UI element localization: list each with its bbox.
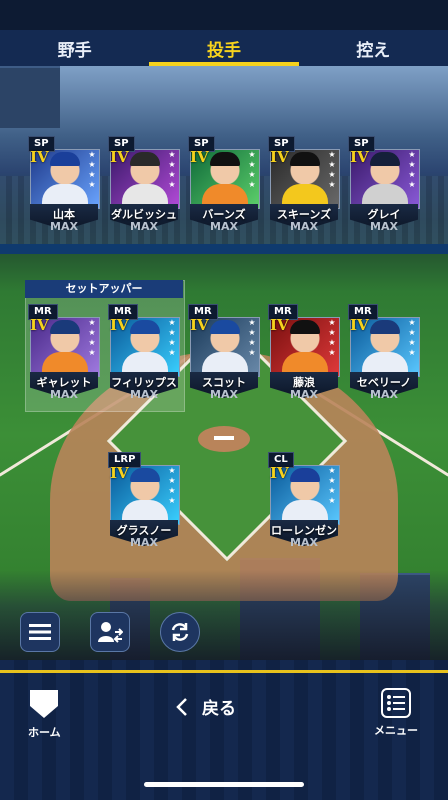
player-card[interactable]: MR IV ★ ★ ★ ★ スコット MAX	[188, 304, 260, 401]
player-level: MAX	[130, 536, 158, 549]
home-indicator	[144, 782, 304, 787]
player-card[interactable]: SP IV ★ ★ ★ ★ グレイ MAX	[348, 136, 420, 233]
back-button[interactable]: 戻る	[176, 694, 236, 719]
player-card[interactable]: MR IV ★ ★ ★ ★ 藤浪 MAX	[268, 304, 340, 401]
home-label: ホーム	[28, 726, 61, 739]
star-rating-icon: ★ ★ ★ ★	[248, 150, 256, 189]
background-building	[0, 66, 60, 128]
player-cap	[290, 320, 320, 334]
swap-player-icon	[98, 622, 123, 643]
player-level: MAX	[290, 536, 318, 549]
star-rating-icon: ★ ★ ★ ★	[168, 150, 176, 189]
grade-badge: IV	[110, 316, 129, 334]
home-plate-icon	[30, 690, 59, 718]
player-card[interactable]: SP IV ★ ★ ★ ★ 山本 MAX	[28, 136, 100, 233]
star-rating-icon: ★ ★ ★ ★	[168, 466, 176, 505]
player-cap	[290, 152, 320, 166]
player-card[interactable]: SP IV ★ ★ ★ ★ ダルビッシュ MAX	[108, 136, 180, 233]
player-level: MAX	[290, 388, 318, 401]
star-rating-icon: ★ ★ ★ ★	[248, 318, 256, 357]
grade-badge: IV	[270, 316, 289, 334]
star-rating-icon: ★ ★ ★ ★	[88, 318, 96, 357]
grade-badge: IV	[350, 316, 369, 334]
grade-badge: IV	[110, 464, 129, 482]
player-level: MAX	[130, 220, 158, 233]
star-rating-icon: ★ ★ ★ ★	[328, 318, 336, 357]
player-level: MAX	[130, 388, 158, 401]
star-rating-icon: ★ ★ ★ ★	[168, 318, 176, 357]
star-rating-icon: ★ ★ ★ ★	[328, 150, 336, 189]
player-cap	[130, 152, 160, 166]
grade-badge: IV	[270, 464, 289, 482]
status-bar	[0, 0, 448, 30]
player-cap	[50, 320, 80, 334]
player-cap	[370, 152, 400, 166]
star-rating-icon: ★ ★ ★ ★	[88, 150, 96, 189]
player-level: MAX	[370, 388, 398, 401]
grade-badge: IV	[30, 316, 49, 334]
outfield-wall	[0, 244, 448, 254]
grade-badge: IV	[190, 316, 209, 334]
nav-divider	[0, 670, 448, 673]
player-cap	[290, 468, 320, 482]
player-card[interactable]: MR IV ★ ★ ★ ★ フィリップス MAX	[108, 304, 180, 401]
menu-label: メニュー	[374, 724, 418, 737]
player-cap	[130, 320, 160, 334]
star-rating-icon: ★ ★ ★ ★	[408, 150, 416, 189]
chevron-left-icon	[176, 697, 187, 716]
menu-button[interactable]: メニュー	[374, 688, 418, 738]
crowd-foreground	[0, 570, 448, 660]
home-button[interactable]: ホーム	[28, 688, 61, 740]
player-level: MAX	[50, 388, 78, 401]
player-cap	[50, 152, 80, 166]
grade-badge: IV	[110, 148, 129, 166]
player-card[interactable]: LRP IV ★ ★ ★ ★ グラスノー MAX	[108, 452, 180, 549]
player-level: MAX	[290, 220, 318, 233]
grade-badge: IV	[30, 148, 49, 166]
list-icon	[29, 624, 51, 640]
refresh-button[interactable]	[160, 612, 200, 652]
player-level: MAX	[210, 220, 238, 233]
setup-group-label: セットアッパー	[25, 280, 183, 298]
tab-bar: 野手 投手 控え	[0, 30, 448, 67]
player-card[interactable]: SP IV ★ ★ ★ ★ バーンズ MAX	[188, 136, 260, 233]
grade-badge: IV	[270, 148, 289, 166]
bottom-nav-bar: ホーム 戻る メニュー	[0, 660, 448, 800]
star-rating-icon: ★ ★ ★ ★	[408, 318, 416, 357]
player-card[interactable]: SP IV ★ ★ ★ ★ スキーンズ MAX	[268, 136, 340, 233]
player-level: MAX	[50, 220, 78, 233]
tab-bench[interactable]: 控え	[299, 30, 448, 66]
grade-badge: IV	[190, 148, 209, 166]
player-level: MAX	[370, 220, 398, 233]
grade-badge: IV	[350, 148, 369, 166]
player-cap	[210, 320, 240, 334]
player-card[interactable]: MR IV ★ ★ ★ ★ セベリーノ MAX	[348, 304, 420, 401]
player-cap	[130, 468, 160, 482]
refresh-icon	[171, 623, 189, 641]
tab-pitchers[interactable]: 投手	[149, 30, 299, 66]
player-card[interactable]: CL IV ★ ★ ★ ★ ローレンゼン MAX	[268, 452, 340, 549]
list-view-button[interactable]	[20, 612, 60, 652]
player-cap	[370, 320, 400, 334]
player-level: MAX	[210, 388, 238, 401]
menu-list-icon	[381, 688, 411, 718]
swap-player-button[interactable]	[90, 612, 130, 652]
star-rating-icon: ★ ★ ★ ★	[328, 466, 336, 505]
player-card[interactable]: MR IV ★ ★ ★ ★ ギャレット MAX	[28, 304, 100, 401]
back-label: 戻る	[202, 699, 236, 719]
player-cap	[210, 152, 240, 166]
tab-fielders[interactable]: 野手	[0, 30, 149, 66]
pitching-rubber	[214, 436, 234, 440]
